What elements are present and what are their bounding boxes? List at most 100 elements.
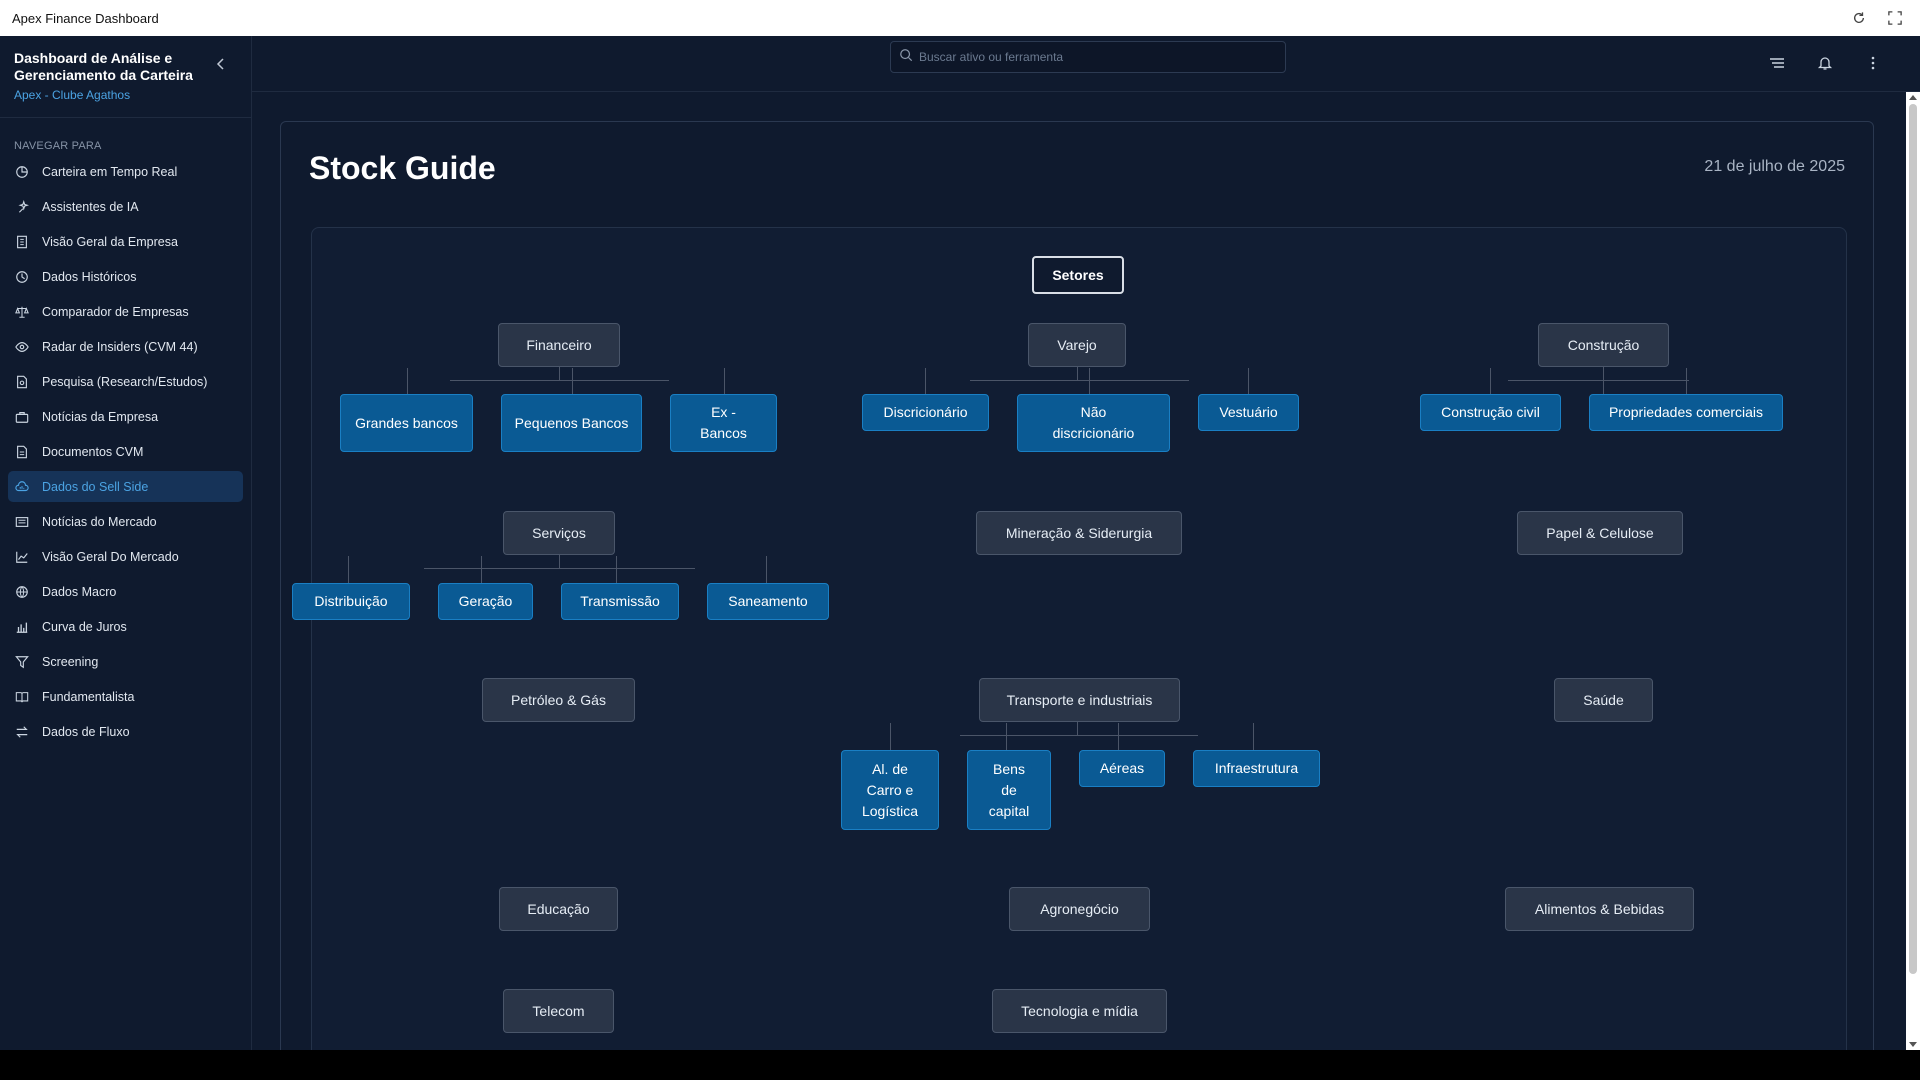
connector bbox=[1603, 368, 1604, 394]
connector bbox=[970, 380, 1189, 381]
refresh-icon[interactable] bbox=[1850, 9, 1868, 27]
sidebar-item-label: Pesquisa (Research/Estudos) bbox=[42, 374, 208, 389]
app-title: Dashboard de Análise e Gerenciamento da … bbox=[14, 50, 193, 83]
connector bbox=[1089, 368, 1090, 394]
subsector-geracao[interactable]: Geração bbox=[438, 583, 533, 620]
subsector-grandes-bancos[interactable]: Grandes bancos bbox=[340, 394, 473, 452]
scroll-down-icon[interactable] bbox=[1909, 1042, 1917, 1047]
connector bbox=[766, 556, 767, 583]
sidebar-item-dados-macro[interactable]: Dados Macro bbox=[8, 576, 243, 607]
subsector-vestuario[interactable]: Vestuário bbox=[1198, 394, 1299, 431]
collapse-sidebar-icon[interactable] bbox=[213, 56, 229, 72]
taskbar-strip bbox=[0, 1050, 1920, 1080]
sidebar-item-carteira[interactable]: Carteira em Tempo Real bbox=[8, 156, 243, 187]
sidebar-item-curva-juros[interactable]: Curva de Juros bbox=[8, 611, 243, 642]
stock-guide-panel: Stock Guide 21 de julho de 2025 Setores … bbox=[280, 121, 1874, 1080]
subsector-aereas[interactable]: Aéreas bbox=[1079, 750, 1165, 787]
subsector-bens-capital[interactable]: Bens de capital bbox=[967, 750, 1051, 830]
sidebar-item-label: Visão Geral Do Mercado bbox=[42, 549, 179, 564]
sidebar-item-radar-insiders[interactable]: Radar de Insiders (CVM 44) bbox=[8, 331, 243, 362]
sidebar-item-fundamentalista[interactable]: Fundamentalista bbox=[8, 681, 243, 712]
sidebar-divider bbox=[0, 117, 251, 118]
chart-line-icon bbox=[14, 549, 30, 565]
subsector-discricionario[interactable]: Discricionário bbox=[862, 394, 989, 431]
subsector-infraestrutura[interactable]: Infraestrutura bbox=[1193, 750, 1320, 787]
sector-varejo[interactable]: Varejo bbox=[1028, 323, 1126, 367]
sector-mineracao-siderurgia[interactable]: Mineração & Siderurgia bbox=[976, 511, 1182, 555]
sidebar-item-label: Fundamentalista bbox=[42, 689, 135, 704]
subsector-nao-discricionario[interactable]: Não discricionário bbox=[1017, 394, 1170, 452]
sector-papel-celulose[interactable]: Papel & Celulose bbox=[1517, 511, 1683, 555]
connector bbox=[1686, 368, 1687, 394]
subsector-al-carro-logistica[interactable]: Al. de Carro e Logística bbox=[841, 750, 939, 830]
connector bbox=[890, 723, 891, 750]
sidebar-nav: Carteira em Tempo Real Assistentes de IA… bbox=[0, 156, 251, 747]
subsector-pequenos-bancos[interactable]: Pequenos Bancos bbox=[501, 394, 642, 452]
sidebar-item-visao-empresa[interactable]: Visão Geral da Empresa bbox=[8, 226, 243, 257]
sector-saude[interactable]: Saúde bbox=[1554, 678, 1653, 722]
sector-agronegocio[interactable]: Agronegócio bbox=[1009, 887, 1150, 931]
sidebar: Dashboard de Análise e Gerenciamento da … bbox=[0, 36, 252, 1050]
main-scrollbar[interactable] bbox=[1906, 92, 1920, 1050]
subsector-propriedades-comerciais[interactable]: Propriedades comerciais bbox=[1589, 394, 1783, 431]
subsector-transmissao[interactable]: Transmissão bbox=[561, 583, 679, 620]
search-box[interactable] bbox=[890, 41, 1286, 73]
sector-servicos[interactable]: Serviços bbox=[503, 511, 615, 555]
arrows-icon bbox=[14, 724, 30, 740]
connector bbox=[559, 367, 560, 380]
menu-lines-icon[interactable] bbox=[1768, 54, 1786, 72]
sidebar-item-dados-fluxo[interactable]: Dados de Fluxo bbox=[8, 716, 243, 747]
sidebar-item-label: Dados Macro bbox=[42, 584, 117, 599]
subsector-distribuicao[interactable]: Distribuição bbox=[292, 583, 410, 620]
connector bbox=[1118, 723, 1119, 750]
more-vertical-icon[interactable] bbox=[1864, 54, 1882, 72]
sidebar-item-dados-historicos[interactable]: Dados Históricos bbox=[8, 261, 243, 292]
tree-root-setores[interactable]: Setores bbox=[1032, 256, 1124, 294]
connector bbox=[616, 556, 617, 583]
sidebar-item-noticias-mercado[interactable]: Notícias do Mercado bbox=[8, 506, 243, 537]
bell-icon[interactable] bbox=[1816, 54, 1834, 72]
search-input[interactable] bbox=[919, 50, 1279, 64]
connector bbox=[572, 368, 573, 394]
sector-educacao[interactable]: Educação bbox=[499, 887, 618, 931]
clock-icon bbox=[14, 269, 30, 285]
sidebar-item-screening[interactable]: Screening bbox=[8, 646, 243, 677]
window-titlebar: Apex Finance Dashboard bbox=[0, 0, 1920, 36]
sector-tecnologia-midia[interactable]: Tecnologia e mídia bbox=[992, 989, 1167, 1033]
sidebar-item-pesquisa[interactable]: Pesquisa (Research/Estudos) bbox=[8, 366, 243, 397]
subsector-construcao-civil[interactable]: Construção civil bbox=[1420, 394, 1561, 431]
sidebar-item-sell-side[interactable]: Dados do Sell Side bbox=[8, 471, 243, 502]
scroll-up-icon[interactable] bbox=[1909, 95, 1917, 100]
building-icon bbox=[14, 234, 30, 250]
document-search-icon bbox=[14, 374, 30, 390]
sidebar-item-noticias-empresa[interactable]: Notícias da Empresa bbox=[8, 401, 243, 432]
page-title: Stock Guide bbox=[309, 150, 496, 186]
sector-transporte-industriais[interactable]: Transporte e industriais bbox=[979, 678, 1180, 722]
sidebar-item-visao-mercado[interactable]: Visão Geral Do Mercado bbox=[8, 541, 243, 572]
connector bbox=[1248, 368, 1249, 394]
connector bbox=[1006, 723, 1007, 750]
sector-telecom[interactable]: Telecom bbox=[503, 989, 614, 1033]
sidebar-item-documentos-cvm[interactable]: Documentos CVM bbox=[8, 436, 243, 467]
subsector-saneamento[interactable]: Saneamento bbox=[707, 583, 829, 620]
sector-alimentos-bebidas[interactable]: Alimentos & Bebidas bbox=[1505, 887, 1694, 931]
sector-petroleo-gas[interactable]: Petróleo & Gás bbox=[482, 678, 635, 722]
sidebar-item-label: Visão Geral da Empresa bbox=[42, 234, 178, 249]
sector-construcao[interactable]: Construção bbox=[1538, 323, 1669, 367]
document-icon bbox=[14, 444, 30, 460]
scrollbar-thumb[interactable] bbox=[1909, 104, 1917, 974]
topbar-actions bbox=[1768, 54, 1882, 72]
sidebar-item-assistentes[interactable]: Assistentes de IA bbox=[8, 191, 243, 222]
connector bbox=[424, 568, 695, 569]
connector bbox=[724, 368, 725, 394]
sidebar-item-label: Radar de Insiders (CVM 44) bbox=[42, 339, 198, 354]
sector-financeiro[interactable]: Financeiro bbox=[498, 323, 620, 367]
subsector-ex-bancos[interactable]: Ex - Bancos bbox=[670, 394, 777, 452]
fullscreen-icon[interactable] bbox=[1886, 9, 1904, 27]
sidebar-item-label: Screening bbox=[42, 654, 99, 669]
sidebar-item-label: Dados do Sell Side bbox=[42, 479, 149, 494]
sidebar-item-comparador[interactable]: Comparador de Empresas bbox=[8, 296, 243, 327]
connector bbox=[925, 368, 926, 394]
topbar bbox=[252, 36, 1920, 92]
app-root: Dashboard de Análise e Gerenciamento da … bbox=[0, 36, 1920, 1080]
